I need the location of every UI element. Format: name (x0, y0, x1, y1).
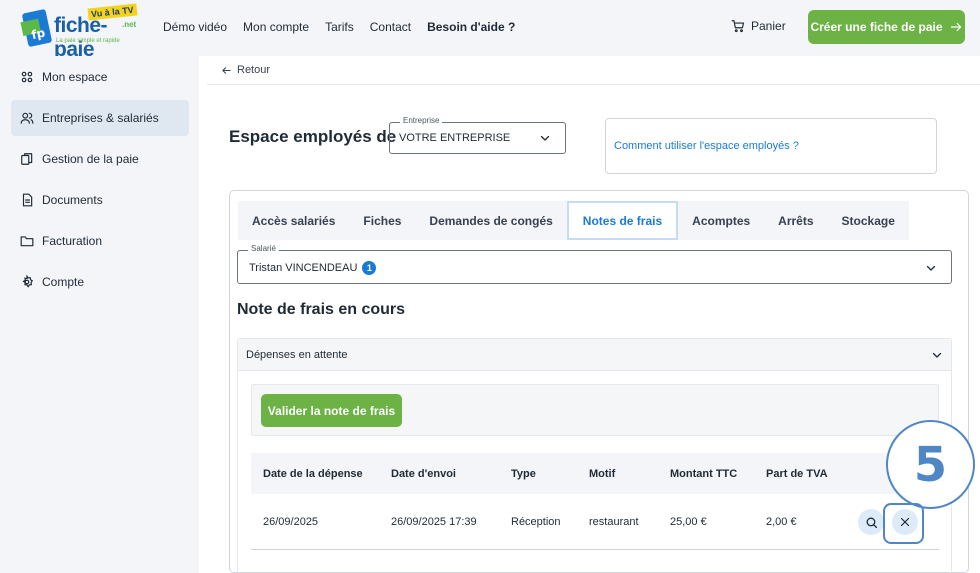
search-icon (866, 517, 877, 528)
create-payslip-label: Créer une fiche de paie (810, 20, 943, 34)
cell-amount: 25,00 € (670, 515, 707, 528)
sidebar-item-gestion-paie[interactable]: Gestion de la paie (11, 141, 189, 177)
create-payslip-button[interactable]: Créer une fiche de paie (808, 10, 965, 44)
fiche-paie-logo[interactable]: fp fiche-paie Vu à la TV .net La paie si… (21, 3, 142, 61)
users-icon (20, 112, 34, 124)
entreprise-select-label: Entreprise (400, 116, 443, 125)
entreprise-select-value: VOTRE ENTREPRISE (399, 132, 511, 144)
tutorial-highlight (883, 503, 924, 544)
tab-bar: Accès salariés Fiches Demandes de congés… (238, 201, 909, 240)
arrow-right-icon (950, 22, 961, 32)
grid-icon (21, 71, 33, 83)
tab-acces-salaries[interactable]: Accès salariés (238, 201, 349, 240)
column-header: Type (511, 467, 536, 480)
tab-notes-de-frais[interactable]: Notes de frais (566, 201, 679, 240)
tab-fiches[interactable]: Fiches (349, 201, 415, 240)
salarie-select[interactable]: Salarié Tristan VINCENDEAU 1 (237, 244, 952, 284)
section-title: Note de frais en cours (237, 301, 406, 318)
tab-demandes-conges[interactable]: Demandes de congés (415, 201, 566, 240)
view-expense-button[interactable] (858, 509, 884, 535)
column-header: Motif (589, 467, 616, 480)
divider (207, 84, 980, 85)
sidebar-item-label: Facturation (42, 234, 103, 248)
validate-bar: Valider la note de frais (251, 384, 939, 436)
cell-vat: 2,00 € (766, 515, 797, 528)
sidebar-item-entreprises-salaries[interactable]: Entreprises & salariés (11, 100, 189, 136)
nav-contact[interactable]: Contact (370, 20, 411, 34)
nav-mon-compte[interactable]: Mon compte (243, 20, 309, 34)
cart-label: Panier (751, 19, 786, 33)
sidebar-item-mon-espace[interactable]: Mon espace (11, 59, 189, 95)
tab-acomptes[interactable]: Acomptes (678, 201, 764, 240)
top-nav: Démo vidéo Mon compte Tarifs Contact Bes… (163, 20, 515, 34)
document-icon (22, 193, 33, 207)
sidebar-item-label: Compte (42, 275, 85, 289)
salarie-name: Tristan VINCENDEAU (249, 262, 358, 274)
chevron-down-icon (540, 135, 550, 141)
sidebar-item-facturation[interactable]: Facturation (11, 223, 189, 259)
table-header: Date de la dépense Date d'envoi Type Mot… (251, 453, 939, 494)
salarie-select-label: Salarié (248, 244, 279, 253)
files-icon (21, 153, 33, 165)
column-header: Montant TTC (670, 467, 738, 480)
nav-demo-video[interactable]: Démo vidéo (163, 20, 227, 34)
chevron-down-icon (932, 352, 942, 358)
main-content: Retour Espace employés de Entreprise VOT… (207, 56, 980, 573)
count-badge: 1 (362, 261, 377, 275)
logo-tagline: La paie simple et rapide (56, 38, 120, 44)
page-title: Espace employés de (229, 127, 397, 146)
cell-sent-date: 26/09/2025 17:39 (391, 515, 477, 528)
column-header: Date d'envoi (391, 467, 456, 480)
nav-tarifs[interactable]: Tarifs (325, 20, 354, 34)
validate-expense-button[interactable]: Valider la note de frais (261, 394, 402, 427)
howto-link[interactable]: Comment utiliser l'espace employés ? (614, 140, 799, 152)
sidebar: Mon espace Entreprises & salariés Gestio… (0, 56, 199, 573)
sidebar-item-documents[interactable]: Documents (11, 182, 189, 218)
arrow-left-icon (222, 66, 231, 74)
tab-stockage[interactable]: Stockage (828, 201, 909, 240)
howto-card[interactable]: Comment utiliser l'espace employés ? (605, 118, 937, 174)
nav-besoin-aide[interactable]: Besoin d'aide ? (427, 20, 515, 34)
accordion-title: Dépenses en attente (246, 349, 348, 361)
top-header: fp fiche-paie Vu à la TV .net La paie si… (0, 0, 980, 61)
sidebar-item-label: Entreprises & salariés (42, 111, 159, 125)
employee-panel: Accès salariés Fiches Demandes de congés… (229, 190, 969, 573)
logo-net: .net (122, 20, 137, 29)
column-header: Part de TVA (766, 467, 828, 480)
sidebar-item-label: Gestion de la paie (42, 152, 139, 166)
salarie-select-value: Tristan VINCENDEAU 1 (249, 261, 377, 275)
accordion-header[interactable]: Dépenses en attente (238, 339, 951, 371)
pending-expenses-accordion: Dépenses en attente Valider la note de f… (237, 338, 952, 573)
folder-icon (20, 236, 34, 247)
cart-link[interactable]: Panier (731, 19, 786, 33)
cell-motif: restaurant (589, 515, 639, 528)
sidebar-item-compte[interactable]: Compte (11, 264, 189, 300)
back-link[interactable]: Retour (221, 64, 270, 76)
chevron-down-icon (926, 265, 936, 271)
tab-arrets[interactable]: Arrêts (764, 201, 827, 240)
back-label: Retour (237, 64, 271, 76)
sidebar-item-label: Mon espace (42, 70, 108, 84)
table-row: 26/09/2025 26/09/2025 17:39 Réception re… (251, 494, 939, 550)
cell-expense-date: 26/09/2025 (263, 515, 319, 528)
tutorial-step-marker: 5 (886, 420, 975, 509)
sidebar-item-label: Documents (42, 193, 103, 207)
gear-icon (22, 275, 34, 288)
cell-type: Réception (511, 515, 561, 528)
cart-icon (731, 20, 745, 33)
column-header: Date de la dépense (263, 467, 363, 480)
logo-mark-icon: fp (21, 8, 53, 48)
entreprise-select[interactable]: Entreprise VOTRE ENTREPRISE (389, 116, 566, 154)
